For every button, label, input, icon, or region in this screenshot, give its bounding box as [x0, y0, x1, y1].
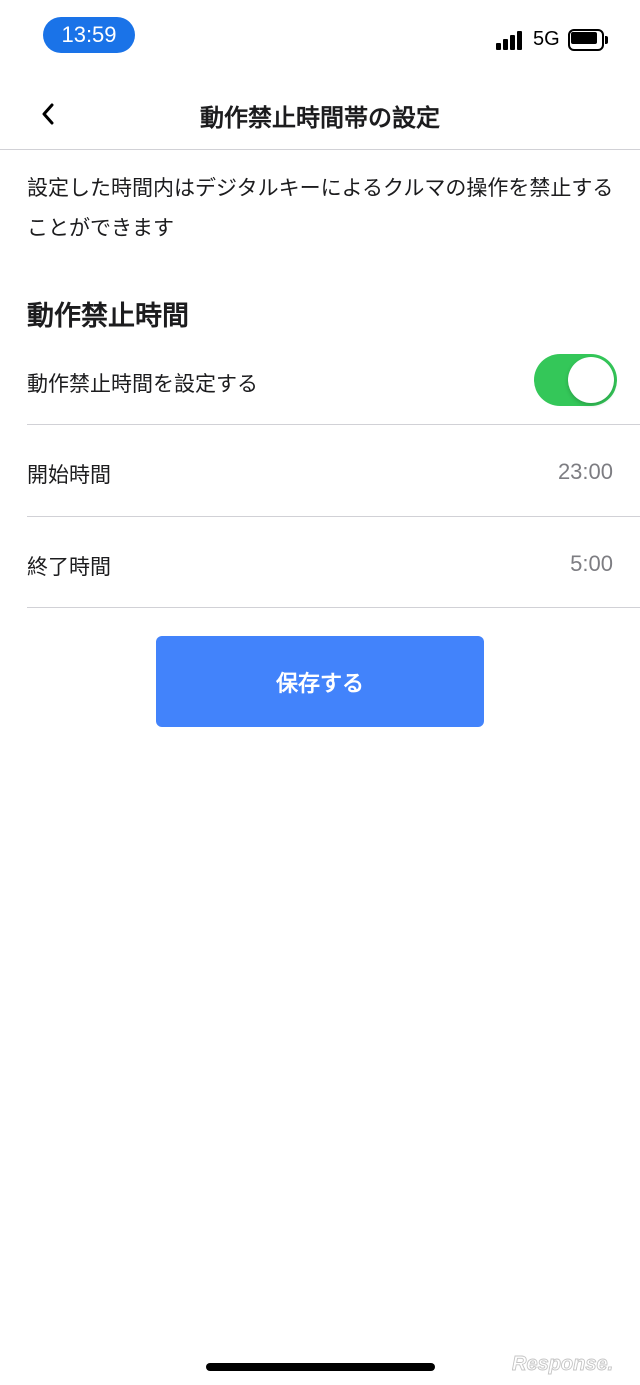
section-title: 動作禁止時間 [27, 301, 189, 332]
start-time-value[interactable]: 23:00 [558, 459, 613, 485]
network-type: 5G [533, 28, 560, 50]
toggle-row-label: 動作禁止時間を設定する [27, 372, 258, 396]
status-bar: 13:59 5G [0, 0, 640, 80]
status-time[interactable]: 13:59 [43, 17, 135, 53]
svg-text:Response.: Response. [512, 1353, 613, 1375]
signal-icon [496, 30, 524, 50]
toggle-knob [568, 357, 614, 403]
end-time-row[interactable]: 終了時間 5:00 [27, 517, 640, 608]
description-text: 設定した時間内はデジタルキーによるクルマの操作を禁止することができます [27, 176, 614, 240]
home-indicator[interactable] [206, 1363, 435, 1371]
nav-bar: 動作禁止時間帯の設定 [0, 80, 640, 150]
restriction-toggle[interactable] [534, 354, 617, 406]
start-time-label: 開始時間 [27, 463, 111, 487]
save-button[interactable]: 保存する [156, 636, 484, 727]
toggle-row: 動作禁止時間を設定する [27, 334, 640, 425]
end-time-label: 終了時間 [27, 555, 111, 579]
page-title: 動作禁止時間帯の設定 [200, 104, 440, 132]
end-time-value[interactable]: 5:00 [570, 551, 613, 577]
watermark-logo: Response. [512, 1353, 614, 1376]
start-time-row[interactable]: 開始時間 23:00 [27, 426, 640, 517]
battery-icon [568, 29, 608, 51]
